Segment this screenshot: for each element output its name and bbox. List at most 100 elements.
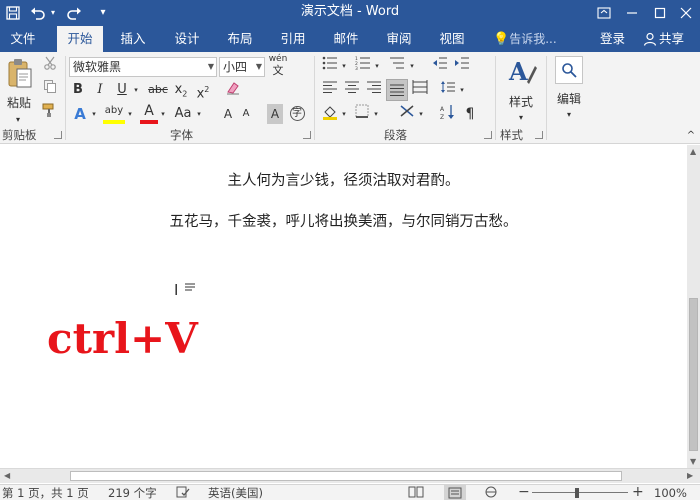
document-line-1[interactable]: 主人何为言少钱，径须沽取对君酌。: [0, 169, 687, 190]
page-count[interactable]: 第 1 页，共 1 页: [2, 486, 89, 500]
scroll-up-icon[interactable]: ▲: [690, 147, 696, 156]
font-color-button[interactable]: A: [140, 102, 158, 124]
multilevel-list-icon[interactable]: [386, 56, 408, 76]
superscript-button[interactable]: x2: [194, 80, 212, 101]
decrease-indent-icon[interactable]: [430, 56, 450, 76]
paragraph-launcher-icon[interactable]: [484, 131, 492, 139]
zoom-slider-track[interactable]: [532, 492, 628, 493]
share-button[interactable]: 共享: [636, 26, 700, 52]
font-name-value: 微软雅黑: [73, 60, 122, 74]
asian-layout-icon[interactable]: [397, 104, 417, 124]
chevron-down-icon[interactable]: ▼: [256, 58, 262, 76]
show-hide-marks-icon[interactable]: ¶: [460, 104, 480, 124]
justify-icon[interactable]: [386, 79, 408, 101]
italic-button[interactable]: I: [91, 80, 109, 100]
sort-icon[interactable]: AZ: [438, 104, 458, 124]
shading-icon[interactable]: [320, 104, 340, 124]
character-shading-button[interactable]: A: [267, 104, 283, 124]
font-launcher-icon[interactable]: [303, 131, 311, 139]
numbering-dropdown-icon[interactable]: ▾: [373, 56, 381, 76]
paste-dropdown-icon[interactable]: ▾: [13, 110, 23, 130]
sign-in-link[interactable]: 登录: [600, 26, 625, 52]
collapse-ribbon-icon[interactable]: ^: [684, 126, 698, 146]
numbering-icon[interactable]: 123: [353, 56, 373, 76]
tell-me-search[interactable]: 💡告诉我...: [493, 26, 557, 52]
document-line-2[interactable]: 五花马，千金裘，呼儿将出换美酒，与尔同销万古愁。: [0, 210, 687, 231]
minimize-icon[interactable]: [618, 0, 646, 26]
print-layout-icon[interactable]: [444, 485, 466, 500]
font-name-combo[interactable]: 微软雅黑 ▼: [69, 57, 217, 77]
change-case-button[interactable]: Aa: [172, 104, 194, 124]
format-painter-icon[interactable]: [40, 102, 60, 122]
align-right-icon[interactable]: [364, 80, 384, 100]
zoom-out-icon[interactable]: −: [518, 485, 530, 500]
clipboard-group-label: 剪贴板: [2, 128, 37, 142]
multilevel-dropdown-icon[interactable]: ▾: [408, 56, 416, 76]
styles-gallery-icon[interactable]: A: [505, 56, 539, 90]
clear-formatting-icon[interactable]: [223, 80, 243, 100]
increase-indent-icon[interactable]: [452, 56, 472, 76]
distributed-icon[interactable]: [410, 80, 430, 100]
tab-mailings[interactable]: 邮件: [325, 26, 367, 52]
grow-font-button[interactable]: A: [221, 104, 235, 124]
text-effects-dropdown-icon[interactable]: ▾: [89, 104, 99, 124]
zoom-level[interactable]: 100%: [654, 486, 687, 500]
zoom-in-icon[interactable]: +: [632, 485, 644, 500]
language-indicator[interactable]: 英语(美国): [208, 486, 263, 500]
underline-dropdown-icon[interactable]: ▾: [131, 80, 141, 100]
scroll-down-icon[interactable]: ▼: [690, 457, 696, 466]
chevron-down-icon[interactable]: ▼: [208, 58, 214, 76]
scroll-left-icon[interactable]: ◀: [4, 471, 10, 480]
enclose-characters-button[interactable]: 字: [288, 104, 306, 124]
phonetic-guide-button[interactable]: wén 文: [268, 54, 288, 78]
tab-review[interactable]: 审阅: [378, 26, 420, 52]
clipboard-launcher-icon[interactable]: [54, 131, 62, 139]
line-spacing-dropdown-icon[interactable]: ▾: [458, 80, 466, 100]
bullets-icon[interactable]: [320, 56, 340, 76]
shading-dropdown-icon[interactable]: ▾: [340, 104, 348, 124]
tab-layout[interactable]: 布局: [219, 26, 261, 52]
borders-dropdown-icon[interactable]: ▾: [372, 104, 380, 124]
word-count[interactable]: 219 个字: [108, 486, 157, 500]
change-case-dropdown-icon[interactable]: ▾: [194, 104, 204, 124]
font-color-dropdown-icon[interactable]: ▾: [158, 104, 168, 124]
paste-label[interactable]: 粘贴: [3, 94, 35, 111]
align-center-icon[interactable]: [342, 80, 362, 100]
styles-launcher-icon[interactable]: [535, 131, 543, 139]
shrink-font-button[interactable]: A: [239, 104, 253, 124]
tab-home[interactable]: 开始: [57, 26, 103, 52]
vertical-scroll-thumb[interactable]: [689, 298, 698, 451]
zoom-slider-thumb[interactable]: [575, 488, 579, 498]
maximize-icon[interactable]: [646, 0, 674, 26]
font-size-combo[interactable]: 小四 ▼: [219, 57, 265, 77]
close-icon[interactable]: [672, 0, 700, 26]
web-layout-icon[interactable]: [484, 486, 498, 500]
tab-view[interactable]: 视图: [431, 26, 473, 52]
subscript-button[interactable]: x2: [172, 80, 190, 100]
text-effects-button[interactable]: A: [71, 104, 89, 124]
line-spacing-icon[interactable]: [438, 80, 458, 100]
proofing-icon[interactable]: [176, 486, 190, 500]
read-mode-icon[interactable]: [408, 486, 424, 500]
borders-icon[interactable]: [352, 104, 372, 124]
bullets-dropdown-icon[interactable]: ▾: [340, 56, 348, 76]
document-canvas[interactable]: 主人何为言少钱，径须沽取对君酌。 五花马，千金裘，呼儿将出换美酒，与尔同销万古愁…: [0, 145, 687, 468]
paste-icon[interactable]: [5, 58, 33, 92]
tab-insert[interactable]: 插入: [112, 26, 154, 52]
highlight-dropdown-icon[interactable]: ▾: [125, 104, 135, 124]
underline-button[interactable]: U: [113, 80, 131, 100]
editing-search-icon[interactable]: [555, 56, 583, 84]
editing-dropdown-icon[interactable]: ▾: [564, 105, 574, 125]
scroll-right-icon[interactable]: ▶: [687, 471, 693, 480]
bold-button[interactable]: B: [69, 80, 87, 100]
styles-dropdown-icon[interactable]: ▾: [516, 108, 526, 128]
text-highlight-button[interactable]: aby: [103, 102, 125, 124]
horizontal-scroll-thumb[interactable]: [70, 471, 622, 481]
asian-layout-dropdown-icon[interactable]: ▾: [417, 104, 425, 124]
strikethrough-button[interactable]: abc: [147, 80, 169, 100]
ribbon-display-options-icon[interactable]: [590, 0, 618, 26]
tab-file[interactable]: 文件: [4, 26, 42, 52]
tab-references[interactable]: 引用: [272, 26, 314, 52]
align-left-icon[interactable]: [320, 80, 340, 100]
tab-design[interactable]: 设计: [166, 26, 208, 52]
